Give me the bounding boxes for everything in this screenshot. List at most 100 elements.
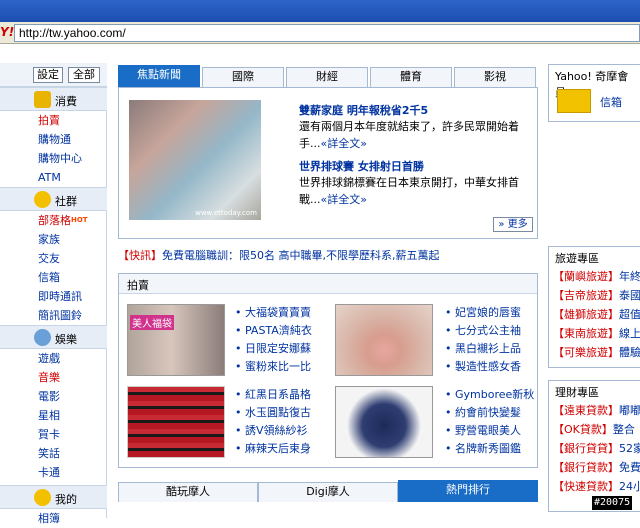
tab-finance[interactable]: 財經 (286, 67, 368, 87)
auction-link[interactable]: 黑白襯衫上品 (445, 340, 550, 358)
auction-link[interactable]: 蜜粉來比一比 (235, 358, 340, 376)
news-title-1[interactable]: 雙薪家庭 明年報稅省2千5 (299, 102, 428, 118)
auction-section: 拍賣 美人福袋 大福袋賣賣賣 PASTA濟純衣 日限定安娜蘇 蜜粉來比一比 妃宮… (118, 273, 538, 468)
finance-item[interactable]: 【銀行貸貸】52家 (549, 439, 640, 458)
category-shopping: 消費 拍賣 購物通 購物中心 ATM (0, 87, 107, 187)
travel-box: 旅遊專區 【蘭嶼旅遊】年終 【吉帝旅遊】泰國 【雄獅旅遊】超值 【東南旅遊】線上… (548, 246, 640, 368)
auction-link[interactable]: 日限定安娜蘇 (235, 340, 340, 358)
finance-item[interactable]: 【銀行貸款】免費 (549, 458, 640, 477)
tab-entertainment[interactable]: 影視 (454, 67, 536, 87)
finance-item[interactable]: 【遠東貸款】嘟嘟 (549, 401, 640, 420)
travel-item[interactable]: 【東南旅遊】線上 (549, 324, 640, 343)
member-title: Yahoo! 奇摩會員 (549, 65, 640, 99)
tab-sports[interactable]: 體育 (370, 67, 452, 87)
travel-text: 超值 (619, 308, 640, 321)
auction-link[interactable]: 妃宮娘的唇蜜 (445, 304, 550, 322)
auction-link[interactable]: 名牌新秀圖鑑 (445, 440, 550, 458)
finance-tag: 【遠東貸款】 (553, 404, 619, 417)
sidebar-item-dating[interactable]: 交友 (38, 249, 107, 268)
news-panel: www.ettoday.com 雙薪家庭 明年報稅省2千5 還有兩個月本年度就結… (118, 87, 538, 239)
product-thumb-bag[interactable]: 美人福袋 (127, 304, 225, 376)
sidebar-item-sms[interactable]: 簡訊圖鈴 (38, 306, 107, 325)
finance-tag: 【OK貸款】 (553, 423, 613, 436)
finance-text: 免費 (619, 461, 640, 474)
sidebar-item-shopping-mall[interactable]: 購物通 (38, 130, 107, 149)
sidebar-item-cartoon[interactable]: 卡通 (38, 463, 107, 482)
travel-item[interactable]: 【吉帝旅遊】泰國 (549, 286, 640, 305)
url-input[interactable]: http://tw.yahoo.com/ (14, 24, 640, 42)
tab-headlines[interactable]: 焦點新聞 (118, 65, 200, 87)
news-photo[interactable]: www.ettoday.com (129, 100, 261, 220)
news-summary-2: 世界排球錦標賽在日本東京開打，中華女排首戰...«詳全文» (299, 174, 531, 208)
sidebar-item-jokes[interactable]: 笑話 (38, 444, 107, 463)
travel-text: 泰國 (619, 289, 640, 302)
auction-link[interactable]: Gymboree新秋 (445, 386, 550, 404)
finance-tag: 【銀行貸款】 (553, 461, 619, 474)
section-title: 拍賣 (119, 274, 537, 294)
travel-item[interactable]: 【可樂旅遊】體驗 (549, 343, 640, 362)
tab-digi[interactable]: Digi摩人 (258, 482, 398, 502)
tab-cool-play[interactable]: 酷玩摩人 (118, 482, 258, 502)
finance-item[interactable]: 【OK貸款】整合 (549, 420, 640, 439)
sidebar-item-shopping-center[interactable]: 購物中心 (38, 149, 107, 168)
auction-link[interactable]: 約會前快變髮 (445, 404, 550, 422)
sidebar-item-games[interactable]: 遊戲 (38, 349, 107, 368)
shopping-bag-icon (34, 91, 51, 108)
travel-text: 線上 (619, 327, 640, 340)
travel-tag: 【雄獅旅遊】 (553, 308, 619, 321)
finance-item[interactable]: 【快速貸款】24小 (549, 477, 640, 496)
news-ticker[interactable]: 【快訊】免費電腦職訓：限50名 高中職畢,不限學歷科系,薪五萬起 (118, 247, 538, 265)
blog-label: 部落格 (38, 214, 71, 227)
finance-text: 嘟嘟 (619, 404, 640, 417)
news-summary-1: 還有兩個月本年度就結束了，許多民眾開始着手...«詳全文» (299, 118, 531, 152)
sidebar-item-horoscope[interactable]: 星相 (38, 406, 107, 425)
auction-link[interactable]: 野營電眼美人 (445, 422, 550, 440)
news-tabs: 焦點新聞 國際 財經 體育 影視 (118, 65, 538, 87)
news-title-2[interactable]: 世界排球賽 女排射日首勝 (299, 158, 424, 174)
read-more-link[interactable]: «詳全文» (321, 137, 367, 150)
product-thumb-lips[interactable] (335, 304, 433, 376)
sidebar-item-movies[interactable]: 電影 (38, 387, 107, 406)
category-header: 娛樂 (0, 325, 107, 349)
product-thumb-tote[interactable] (127, 386, 225, 458)
auction-link[interactable]: PASTA濟純衣 (235, 322, 340, 340)
sidebar-item-auction[interactable]: 拍賣 (38, 111, 107, 130)
smiley-icon (34, 329, 51, 346)
auction-link[interactable]: 麻辣天后束身 (235, 440, 340, 458)
travel-tag: 【東南旅遊】 (553, 327, 619, 340)
auction-links-4: Gymboree新秋 約會前快變髮 野營電眼美人 名牌新秀圖鑑 (445, 386, 550, 458)
photo-caption: www.ettoday.com (195, 209, 257, 217)
sidebar-item-atm[interactable]: ATM (38, 168, 107, 187)
browser-title-bar (0, 0, 640, 22)
travel-text: 體驗 (619, 346, 640, 359)
auction-link[interactable]: 誘V領絲紗衫 (235, 422, 340, 440)
product-thumb-shoes[interactable] (335, 386, 433, 458)
auction-link[interactable]: 七分式公主袖 (445, 322, 550, 340)
sidebar-item-family[interactable]: 家族 (38, 230, 107, 249)
read-more-link[interactable]: «詳全文» (321, 193, 367, 206)
more-news-button[interactable]: » 更多 (493, 217, 533, 232)
auction-link[interactable]: 紅黑日系晶格 (235, 386, 340, 404)
address-bar: Y! http://tw.yahoo.com/ (0, 22, 640, 44)
tab-international[interactable]: 國際 (202, 67, 284, 87)
sidebar-item-messenger[interactable]: 即時通訊 (38, 287, 107, 306)
tab-hot-ranking[interactable]: 熱門排行 (398, 480, 538, 502)
travel-title: 旅遊專區 (549, 247, 640, 267)
mail-row[interactable]: 信箱 (549, 85, 640, 117)
sidebar-item-mail[interactable]: 信箱 (38, 268, 107, 287)
auction-link[interactable]: 大福袋賣賣賣 (235, 304, 340, 322)
travel-item[interactable]: 【雄獅旅遊】超值 (549, 305, 640, 324)
category-entertainment: 娛樂 遊戲 音樂 電影 星相 賀卡 笑話 卡通 (0, 325, 107, 482)
travel-item[interactable]: 【蘭嶼旅遊】年終 (549, 267, 640, 286)
sidebar-item-blog[interactable]: 部落格HOT (38, 211, 107, 230)
sidebar-item-cards[interactable]: 賀卡 (38, 425, 107, 444)
finance-text: 24小 (619, 480, 640, 493)
settings-button[interactable]: 設定 (33, 67, 63, 83)
all-button[interactable]: 全部 (68, 67, 100, 83)
sidebar-item-music[interactable]: 音樂 (38, 368, 107, 387)
smiley-icon (34, 489, 51, 506)
ticker-tag: 【快訊】 (118, 249, 162, 262)
category-title: 我的 (55, 493, 77, 506)
auction-link[interactable]: 水玉圓點復古 (235, 404, 340, 422)
auction-link[interactable]: 製造性感女香 (445, 358, 550, 376)
